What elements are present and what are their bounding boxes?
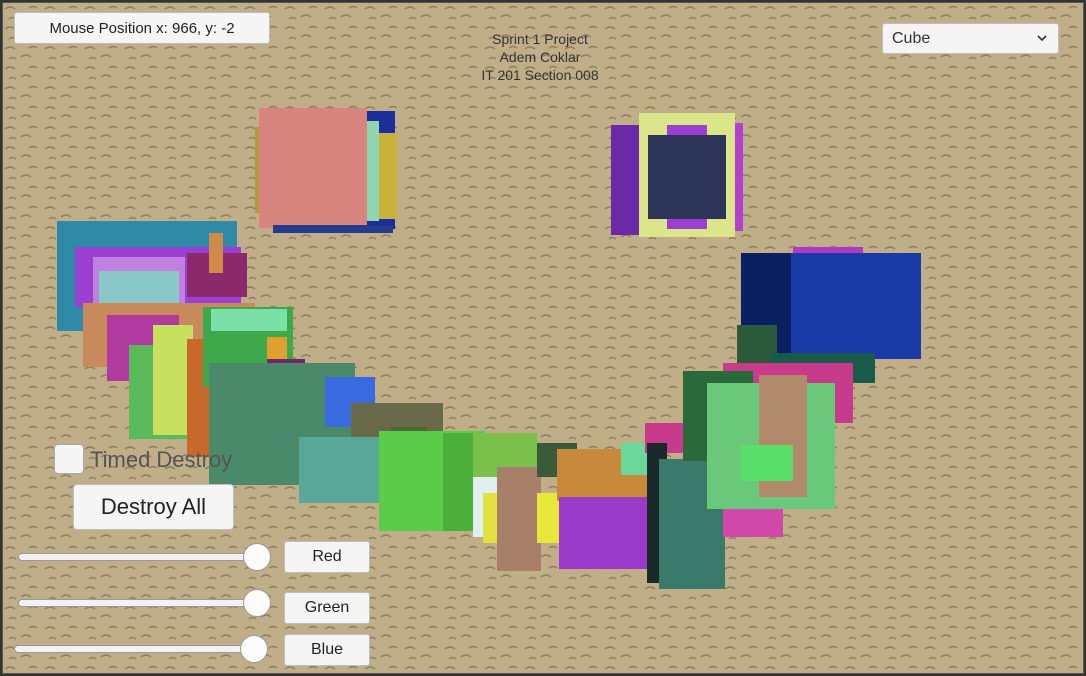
red-slider-track[interactable] — [18, 553, 266, 561]
shape-dropdown-value: Cube — [892, 30, 931, 47]
red-slider-handle[interactable] — [243, 543, 271, 571]
chevron-down-icon — [1036, 28, 1048, 51]
blue-slider-handle[interactable] — [240, 635, 268, 663]
header-author: Adem Coklar — [499, 49, 581, 65]
green-slider-track[interactable] — [18, 599, 266, 607]
blue-slider-track[interactable] — [14, 645, 268, 653]
timed-destroy-label: Timed Destroy — [90, 447, 233, 472]
header-section: IT 201 Section 008 — [481, 67, 599, 83]
green-slider-handle[interactable] — [243, 589, 271, 617]
mouse-position-display: Mouse Position x: 966, y: -2 — [14, 12, 270, 44]
game-viewport[interactable] — [2, 2, 1084, 674]
green-button[interactable]: Green — [284, 592, 370, 624]
shape-dropdown[interactable]: Cube — [882, 23, 1059, 54]
destroy-all-button[interactable]: Destroy All — [73, 484, 234, 530]
scene-canvas[interactable] — [3, 3, 1084, 674]
timed-destroy-checkbox[interactable] — [54, 444, 84, 474]
project-header: Sprint 1 Project Adem Coklar IT 201 Sect… — [440, 30, 640, 84]
cube-cluster-top-left — [255, 108, 397, 233]
blue-button[interactable]: Blue — [284, 634, 370, 666]
red-button[interactable]: Red — [284, 541, 370, 573]
cube-cluster-top-center — [611, 113, 743, 237]
header-title: Sprint 1 Project — [492, 31, 588, 47]
